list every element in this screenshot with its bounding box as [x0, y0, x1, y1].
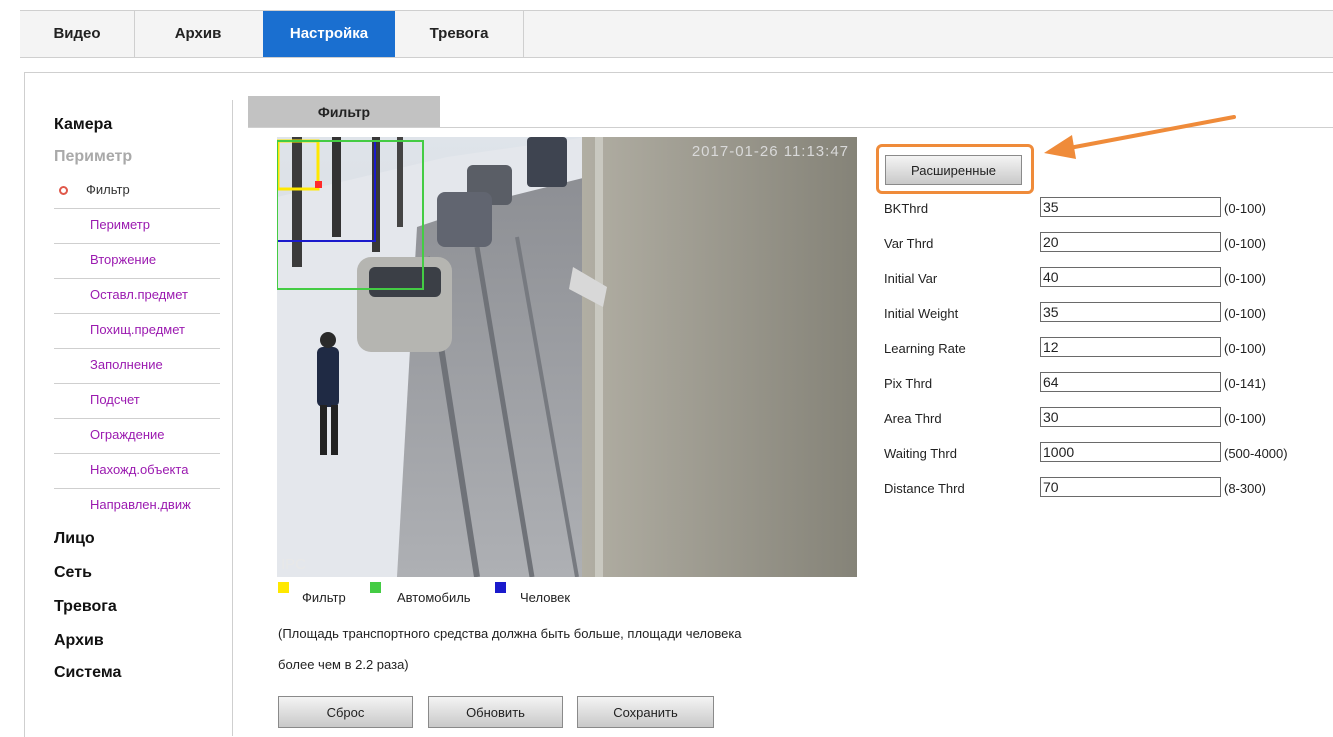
param-range: (0-100): [1224, 341, 1266, 356]
video-preview[interactable]: 2017-01-26 11:13:47 IPC: [277, 137, 857, 577]
active-dot-icon: [59, 186, 68, 195]
sidebar-item-label: Заполнение: [90, 357, 163, 372]
reset-button[interactable]: Сброс: [278, 696, 413, 728]
learning-rate-input[interactable]: [1040, 337, 1221, 357]
var-thrd-input[interactable]: [1040, 232, 1221, 252]
legend-vehicle-label: Автомобиль: [397, 590, 471, 605]
sidebar-item-left-object[interactable]: Оставл.предмет: [54, 278, 220, 314]
area-thrd-input[interactable]: [1040, 407, 1221, 427]
param-label: Area Thrd: [884, 411, 942, 426]
sidebar-item-intrusion[interactable]: Вторжение: [54, 243, 220, 279]
param-label: Initial Weight: [884, 306, 959, 321]
refresh-button[interactable]: Обновить: [428, 696, 563, 728]
video-timestamp: 2017-01-26 11:13:47: [691, 143, 849, 160]
param-label: Learning Rate: [884, 341, 966, 356]
video-watermark: IPC: [281, 556, 307, 573]
sidebar-item-perimeter[interactable]: Периметр: [54, 208, 220, 244]
pointer-arrow-icon: [1044, 115, 1236, 159]
sidebar-divider: [232, 100, 233, 736]
sidebar-item-stolen-object[interactable]: Похищ.предмет: [54, 313, 220, 349]
save-button[interactable]: Сохранить: [577, 696, 714, 728]
sidebar-item-label: Вторжение: [90, 252, 157, 267]
sidebar-item-object-presence[interactable]: Нахожд.объекта: [54, 453, 220, 489]
initial-weight-input[interactable]: [1040, 302, 1221, 322]
param-range: (0-100): [1224, 236, 1266, 251]
distance-thrd-input[interactable]: [1040, 477, 1221, 497]
param-range: (0-100): [1224, 411, 1266, 426]
tab-alarm[interactable]: Тревога: [395, 11, 523, 57]
area-note-line2: более чем в 2.2 раза): [278, 657, 409, 672]
sidebar-item-filter[interactable]: Фильтр: [54, 173, 220, 209]
sidebar-item-label: Периметр: [90, 217, 150, 232]
sidebar-camera[interactable]: Камера: [54, 116, 112, 134]
sidebar-alarm[interactable]: Тревога: [54, 598, 117, 616]
param-label: BKThrd: [884, 201, 929, 216]
legend-person-swatch: [495, 582, 506, 593]
sidebar-item-label: Подсчет: [90, 392, 140, 407]
sidebar-item-label: Ограждение: [90, 427, 165, 442]
sidebar-item-label: Фильтр: [86, 182, 130, 197]
sidebar-item-fill[interactable]: Заполнение: [54, 348, 220, 384]
param-label: Distance Thrd: [884, 481, 965, 496]
param-range: (500-4000): [1224, 446, 1288, 461]
sidebar-item-label: Похищ.предмет: [90, 322, 185, 337]
area-note-line1: (Площадь транспортного средства должна б…: [278, 626, 742, 641]
param-range: (0-100): [1224, 271, 1266, 286]
sidebar-item-fence[interactable]: Ограждение: [54, 418, 220, 454]
sidebar-item-label: Оставл.предмет: [90, 287, 188, 302]
param-range: (0-100): [1224, 306, 1266, 321]
param-range: (0-141): [1224, 376, 1266, 391]
param-label: Var Thrd: [884, 236, 934, 251]
tab-archive[interactable]: Архив: [135, 11, 261, 57]
param-label: Pix Thrd: [884, 376, 933, 391]
sidebar-item-label: Направлен.движ: [90, 497, 191, 512]
sidebar-archive[interactable]: Архив: [54, 632, 104, 650]
sidebar-item-direction[interactable]: Направлен.движ: [54, 488, 220, 523]
tab-divider: [523, 11, 524, 57]
initial-var-input[interactable]: [1040, 267, 1221, 287]
sidebar-face[interactable]: Лицо: [54, 530, 95, 548]
param-label: Initial Var: [884, 271, 938, 286]
sidebar-network[interactable]: Сеть: [54, 564, 92, 582]
legend-person-label: Человек: [520, 590, 571, 605]
legend-vehicle-swatch: [370, 582, 381, 593]
param-label: Waiting Thrd: [884, 446, 957, 461]
tab-filter[interactable]: Фильтр: [248, 96, 440, 128]
bkthrd-input[interactable]: [1040, 197, 1221, 217]
legend-filter-label: Фильтр: [302, 590, 346, 605]
legend-filter-swatch: [278, 582, 289, 593]
pix-thrd-input[interactable]: [1040, 372, 1221, 392]
sidebar-system[interactable]: Система: [54, 664, 121, 682]
camera-scene: [277, 137, 857, 577]
sidebar-item-counting[interactable]: Подсчет: [54, 383, 220, 419]
tab-video[interactable]: Видео: [20, 11, 134, 57]
param-range: (8-300): [1224, 481, 1266, 496]
advanced-button[interactable]: Расширенные: [885, 155, 1022, 185]
sidebar-item-label: Нахожд.объекта: [90, 462, 189, 477]
waiting-thrd-input[interactable]: [1040, 442, 1221, 462]
top-nav: Видео Архив Настройка Тревога: [20, 10, 1333, 58]
param-range: (0-100): [1224, 201, 1266, 216]
sidebar-perimeter[interactable]: Периметр: [54, 148, 132, 166]
tab-settings[interactable]: Настройка: [263, 11, 395, 57]
